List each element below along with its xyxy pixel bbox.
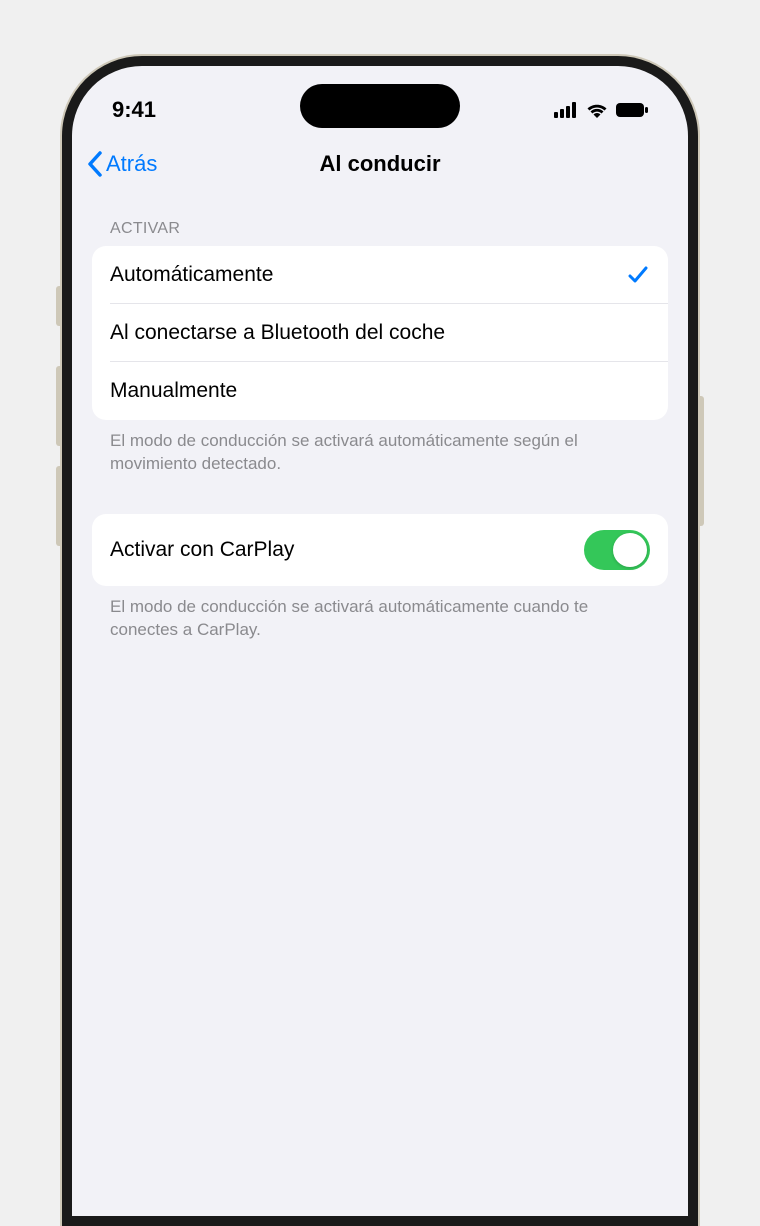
phone-side-buttons-left xyxy=(56,286,62,566)
option-automatically[interactable]: Automáticamente xyxy=(92,246,668,304)
cellular-icon xyxy=(554,102,578,118)
battery-icon xyxy=(616,102,648,118)
toggle-knob xyxy=(613,533,647,567)
section-header-activate: ACTIVAR xyxy=(92,192,668,246)
checkmark-icon xyxy=(626,263,650,287)
status-time: 9:41 xyxy=(112,97,232,123)
carplay-row[interactable]: Activar con CarPlay xyxy=(92,514,668,586)
back-label: Atrás xyxy=(106,151,157,177)
option-bluetooth[interactable]: Al conectarse a Bluetooth del coche xyxy=(92,304,668,362)
screen: 9:41 xyxy=(72,66,688,1216)
wifi-icon xyxy=(586,102,608,118)
content: ACTIVAR Automáticamente Al conectarse a … xyxy=(72,192,688,642)
back-button[interactable]: Atrás xyxy=(86,150,157,178)
dynamic-island xyxy=(300,84,460,128)
status-icons xyxy=(528,102,648,118)
phone-side-button-right xyxy=(698,396,704,526)
carplay-toggle[interactable] xyxy=(584,530,650,570)
activate-footer: El modo de conducción se activará automá… xyxy=(92,420,668,476)
option-label: Manualmente xyxy=(110,379,237,403)
option-label: Al conectarse a Bluetooth del coche xyxy=(110,321,445,345)
chevron-left-icon xyxy=(86,150,104,178)
carplay-label: Activar con CarPlay xyxy=(110,538,294,562)
activate-options-group: Automáticamente Al conectarse a Bluetoot… xyxy=(92,246,668,420)
phone-frame: 9:41 xyxy=(62,56,698,1226)
option-manually[interactable]: Manualmente xyxy=(92,362,668,420)
page-title: Al conducir xyxy=(319,151,440,177)
nav-bar: Atrás Al conducir xyxy=(72,136,688,192)
option-label: Automáticamente xyxy=(110,263,273,287)
carplay-footer: El modo de conducción se activará automá… xyxy=(92,586,668,642)
carplay-group: Activar con CarPlay xyxy=(92,514,668,586)
